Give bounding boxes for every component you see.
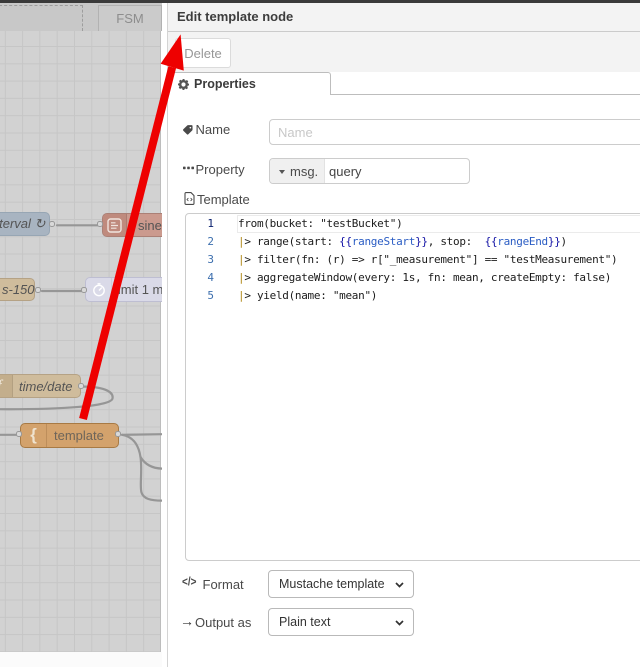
name-label: Name [195,122,231,137]
port-timedate-out[interactable] [77,382,84,389]
code-text: |> aggregateWindow(every: 1s, fn: mean, … [238,271,612,284]
code-line-1: 1 from(bucket: "testBucket") [186,215,640,233]
code-brackets-icon: </> [182,576,197,589]
typed-input-value[interactable]: query [325,164,362,179]
code-line-2: 2 |> range(start: {{rangeStart}}, stop: {… [186,233,640,251]
port-limit-in[interactable] [81,287,87,293]
tab-row-border [331,94,640,95]
ellipsis-icon [183,166,194,170]
workspace-hscrollbar-track[interactable] [0,652,162,667]
arrow-right-icon: → [180,613,194,629]
output-as-select-value: Plain text [279,615,331,629]
typed-input-prefix: msg. [290,163,319,179]
dialog-toolbar: Delete [168,32,640,72]
node-s150[interactable]: s-150 [0,278,35,301]
property-label: Property [195,162,245,177]
node-interval[interactable]: interval ↻ [0,212,50,236]
code-text: |> filter(fn: (r) => r["_measurement"] =… [238,253,618,266]
wire-template-out-straight[interactable] [120,433,162,436]
template-code-editor[interactable]: 1 from(bucket: "testBucket") 2 |> range(sta… [185,213,640,561]
dialog-tab-row: Properties [168,72,640,95]
code-text: |> yield(name: "mean") [238,289,378,302]
format-label: Format [202,577,244,592]
line-number: 3 [207,253,214,266]
tab-properties[interactable]: Properties [168,72,331,95]
sinewave-icon [103,214,127,236]
timer-icon [86,278,112,301]
flow-workspace: FSM interval ↻ sineWave s-150 [0,0,162,667]
port-template-out[interactable] [114,430,121,437]
format-select[interactable]: Mustache template [268,570,414,598]
tab-properties-label: Properties [194,77,256,91]
line-number: 1 [207,217,214,230]
property-typed-input[interactable]: msg. query [269,158,470,184]
port-sinewave-in[interactable] [97,221,103,228]
typed-input-type-button[interactable]: msg. [270,159,325,183]
tag-icon [183,124,193,135]
code-text: |> range(start: {{rangeStart}}, stop: {{… [238,235,567,248]
node-limit[interactable]: limit 1 ms [85,277,162,302]
code-text: from(bucket: "testBucket") [238,217,403,230]
name-input[interactable] [269,119,640,145]
editor-lines: 1 from(bucket: "testBucket") 2 |> range(sta… [186,215,640,305]
format-select-value: Mustache template [279,577,385,591]
node-template[interactable]: { template [20,423,119,448]
line-number: 4 [207,271,214,284]
template-label: Template [197,192,250,207]
template-brace-icon: { [21,424,47,447]
caret-down-icon [279,169,285,174]
wire-template-out-branch[interactable] [139,455,163,470]
edit-template-dialog: Edit template node Delete Properties Nam… [167,0,640,667]
output-as-select[interactable]: Plain text [268,608,414,636]
chevron-down-icon [395,582,404,588]
code-line-3: 3 |> filter(fn: (r) => r["_measurement"] … [186,251,640,269]
node-timedate[interactable]: f time/date [0,374,81,398]
code-line-5: 5 |> yield(name: "mean") [186,287,640,305]
delete-button[interactable]: Delete [175,38,231,68]
flow-wires [0,224,163,502]
chevron-down-icon [395,620,404,626]
node-sinewave[interactable]: sineWave [102,213,162,237]
port-interval-out[interactable] [49,221,55,228]
output-as-label: Output as [195,615,252,630]
app-header-edge [0,0,640,3]
dialog-title: Edit template node [168,0,640,32]
gear-icon [178,78,189,90]
port-s150-out[interactable] [34,287,41,293]
function-icon: f [0,375,13,397]
file-code-icon [183,192,195,205]
port-template-in[interactable] [16,430,22,437]
line-number: 2 [207,235,214,248]
line-number: 5 [207,289,214,302]
code-line-4: 4 |> aggregateWindow(every: 1s, fn: mean,… [186,269,640,287]
